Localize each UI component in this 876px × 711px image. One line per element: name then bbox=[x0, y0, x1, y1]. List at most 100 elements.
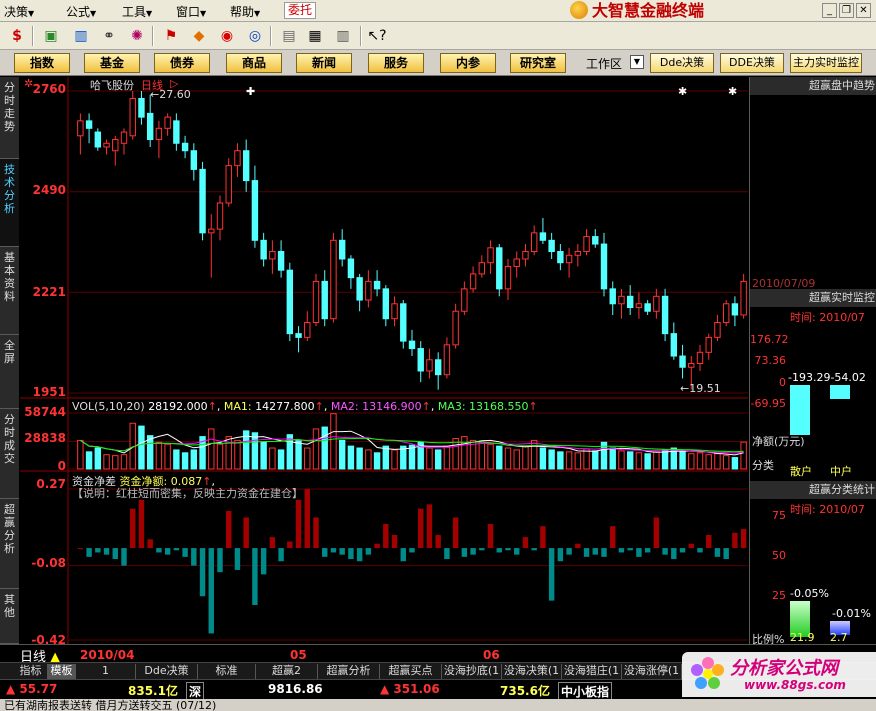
fund-bar bbox=[514, 548, 520, 555]
volume-bar bbox=[304, 447, 311, 470]
super-monitor-header[interactable]: 超赢实时监控 bbox=[750, 289, 876, 307]
tab-hunt-dealer[interactable]: 没海猎庄(1 bbox=[562, 664, 622, 679]
fund-bar bbox=[339, 548, 345, 555]
status-bar: 已有湖南报表送转 借月方送转交五 (07/12) bbox=[0, 699, 876, 711]
candle-body bbox=[155, 127, 163, 141]
news-button[interactable]: 新闻 bbox=[296, 53, 352, 73]
window-icon[interactable]: ▦ bbox=[304, 25, 326, 47]
research-button[interactable]: 研究室 bbox=[510, 53, 566, 73]
candle-body bbox=[504, 265, 512, 290]
books-icon[interactable]: ▥ bbox=[332, 25, 354, 47]
volume-bar bbox=[269, 447, 276, 470]
candle-body bbox=[496, 247, 503, 290]
diamond-icon[interactable]: ◆ bbox=[188, 25, 210, 47]
stats-axis-label: 50 bbox=[772, 549, 786, 562]
price-axis-label: 2760 bbox=[32, 82, 66, 96]
service-button[interactable]: 服务 bbox=[368, 53, 424, 73]
menu-tools[interactable]: 工具▼ bbox=[122, 3, 152, 20]
candle-body bbox=[469, 273, 477, 290]
entrust-button[interactable]: 委托 bbox=[284, 2, 316, 19]
chart-bars-icon[interactable]: ▥ bbox=[70, 25, 92, 47]
candle-body bbox=[487, 247, 494, 264]
volume-bar bbox=[312, 428, 320, 470]
fund-bar bbox=[304, 489, 310, 549]
candle-body bbox=[417, 348, 424, 372]
super-trend-header[interactable]: 超赢盘中趋势 bbox=[750, 77, 876, 95]
volume-bar bbox=[583, 448, 590, 470]
fund-bar bbox=[583, 548, 590, 557]
tab-other[interactable]: 其他 bbox=[0, 589, 19, 644]
candle-body bbox=[242, 150, 250, 182]
sz-change: ▲ 351.06 bbox=[380, 682, 440, 696]
tab-trades[interactable]: 分时成交 bbox=[0, 409, 19, 499]
tab-dde-decision[interactable]: Dde决策 bbox=[136, 664, 198, 679]
fund-bar bbox=[103, 548, 110, 555]
flag-icon[interactable]: ⚑ bbox=[160, 25, 182, 47]
watermark-url: www.88gs.com bbox=[744, 678, 846, 692]
stats-pct-retail: -0.05% bbox=[790, 587, 829, 600]
candle-body bbox=[548, 239, 555, 253]
tab-sea-decision[interactable]: 没海决策(1 bbox=[502, 664, 562, 679]
restore-button[interactable]: ❐ bbox=[839, 3, 854, 18]
fund-button[interactable]: 基金 bbox=[84, 53, 140, 73]
fund-bar bbox=[112, 548, 118, 560]
binoculars-icon[interactable]: ⚭ bbox=[98, 25, 120, 47]
fund-bar bbox=[706, 534, 712, 549]
tab-template[interactable]: 模板 bbox=[48, 664, 76, 679]
main-force-monitor-button[interactable]: 主力实时监控 bbox=[790, 53, 862, 73]
tab-fundamentals[interactable]: 基本资料 bbox=[0, 247, 19, 335]
stats-time: 时间: 2010/07 bbox=[790, 503, 865, 516]
volume-bar bbox=[705, 454, 712, 470]
sz-amount: 735.6亿 bbox=[500, 684, 550, 698]
tab-super-analysis[interactable]: 超赢分析 bbox=[0, 499, 19, 589]
tab-super-analysis-bottom[interactable]: 超赢分析 bbox=[318, 664, 380, 679]
fund-bar bbox=[426, 504, 433, 549]
workarea-dropdown[interactable]: ▼ bbox=[630, 55, 644, 69]
menu-decision[interactable]: 决策▼ bbox=[4, 3, 34, 20]
dollar-icon[interactable]: $ bbox=[6, 25, 28, 47]
candle-body bbox=[443, 344, 451, 376]
volume-bar bbox=[173, 449, 180, 470]
monitor-bar-retail bbox=[790, 385, 810, 435]
close-button[interactable]: ✕ bbox=[856, 3, 871, 18]
document-icon[interactable]: ▤ bbox=[278, 25, 300, 47]
volume-bar bbox=[609, 447, 616, 470]
fund-note: 【说明：红柱短而密集，反映主力资金在建仓】 bbox=[72, 487, 303, 500]
index-button[interactable]: 指数 bbox=[14, 53, 70, 73]
mid-label: 中户 bbox=[830, 465, 852, 478]
tab-limit-up[interactable]: 没海涨停(1 bbox=[622, 664, 682, 679]
chart-area[interactable]: ✲ 哈飞股份 日线 ▷ ←27.60 ←19.51 ✚ ✱ ✱ 2760 249… bbox=[20, 77, 748, 647]
menu-window[interactable]: 窗口▼ bbox=[176, 3, 206, 20]
candle-body bbox=[216, 202, 224, 230]
tab-super-buy[interactable]: 超赢买点 bbox=[380, 664, 442, 679]
tab-indicator[interactable]: 指标 bbox=[14, 664, 48, 679]
candle-body bbox=[312, 280, 320, 323]
broadcast-icon[interactable]: ✺ bbox=[126, 25, 148, 47]
insider-button[interactable]: 内参 bbox=[440, 53, 496, 73]
bond-button[interactable]: 债券 bbox=[154, 53, 210, 73]
candle-body bbox=[661, 295, 669, 335]
tab-fullscreen[interactable]: 全屏 bbox=[0, 335, 19, 409]
tab-intraday[interactable]: 分时走势 bbox=[0, 77, 19, 159]
help-pointer-icon[interactable]: ↖? bbox=[366, 25, 388, 47]
tab-bottom-fish[interactable]: 没海抄底(1 bbox=[442, 664, 502, 679]
cycle-icon[interactable]: ◉ bbox=[216, 25, 238, 47]
tab-super2[interactable]: 超赢2 bbox=[256, 664, 318, 679]
volume-bar bbox=[539, 447, 547, 470]
tab-standard[interactable]: 标准 bbox=[198, 664, 256, 679]
candle-body bbox=[696, 351, 704, 365]
menu-formula[interactable]: 公式▼ bbox=[66, 3, 96, 20]
money-icon[interactable]: ▣ bbox=[40, 25, 62, 47]
dde-decision-button[interactable]: Dde决策 bbox=[650, 53, 714, 73]
menu-help[interactable]: 帮助▼ bbox=[230, 3, 260, 20]
fund-bar bbox=[348, 548, 354, 560]
globe-icon[interactable]: ◎ bbox=[244, 25, 266, 47]
volume-bar bbox=[574, 452, 582, 470]
commodity-button[interactable]: 商品 bbox=[226, 53, 282, 73]
minimize-button[interactable]: _ bbox=[822, 3, 837, 18]
dde-decision2-button[interactable]: DDE决策 bbox=[720, 53, 784, 73]
stats-axis-label: 25 bbox=[772, 589, 786, 602]
tab-1[interactable]: 1 bbox=[76, 664, 136, 679]
super-stats-header[interactable]: 超赢分类统计 bbox=[750, 481, 876, 499]
tab-technical[interactable]: 技术分析 bbox=[0, 159, 19, 247]
